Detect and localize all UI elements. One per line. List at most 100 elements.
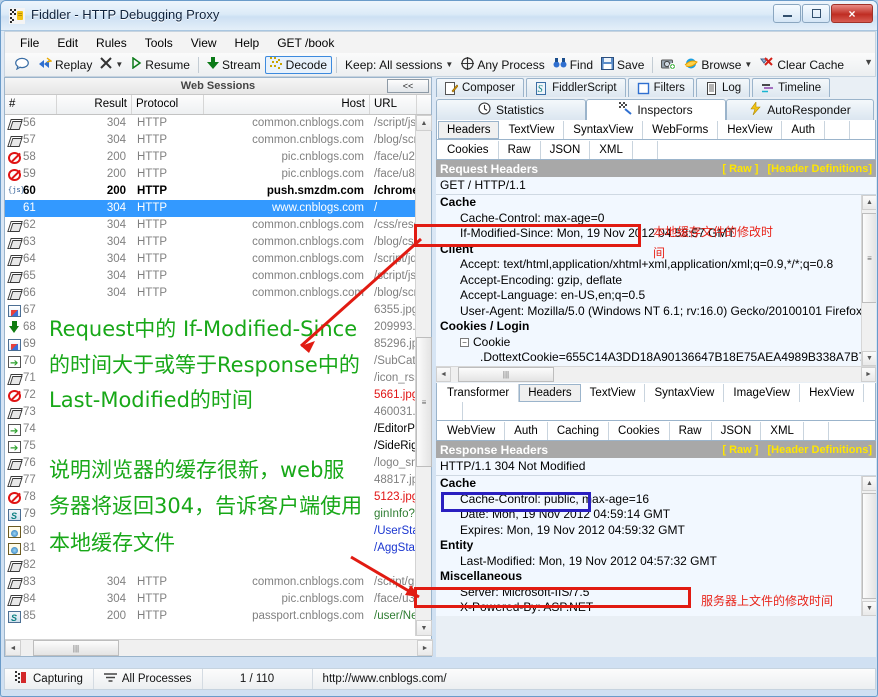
decode-button[interactable]: Decode [265,56,332,74]
resume-button[interactable]: Resume [127,56,194,73]
request-tab-textview[interactable]: TextView [499,121,564,139]
response-header-line[interactable]: Miscellaneous [436,569,876,585]
minimize-button[interactable] [773,4,801,23]
toolbar-overflow-button[interactable]: ▼ [864,57,873,67]
table-row[interactable]: 57304HTTPcommon.cnblogs.com/blog/script/… [5,132,431,149]
tab-composer[interactable]: Composer [436,78,524,97]
column-header-url[interactable]: URL [370,95,417,114]
response-header-line[interactable]: Last-Modified: Mon, 19 Nov 2012 04:57:32… [436,554,876,570]
response-tab-auth[interactable]: Auth [505,422,548,440]
request-tab-xml[interactable]: XML [590,141,633,159]
table-row[interactable]: 61304HTTPwww.cnblogs.com/ [5,200,431,217]
browse-button[interactable]: Browse ▼ [680,56,756,74]
response-tab-transformer[interactable]: Transformer [438,384,519,402]
request-headers-body[interactable]: CacheCache-Control: max-age=0If-Modified… [436,195,876,366]
scroll-left-arrow-icon[interactable]: ◄ [5,640,21,656]
table-row[interactable]: {js}60200HTTPpush.smzdm.com/chrome/messa… [5,183,431,200]
response-header-definitions-link[interactable]: [Header Definitions] [767,444,872,456]
response-header-line[interactable]: Expires: Mon, 19 Nov 2012 04:59:32 GMT [436,523,876,539]
column-header-result[interactable]: Result [57,95,132,114]
response-header-line[interactable]: Server: Microsoft-IIS/7.5 [436,585,876,601]
table-row[interactable]: 676355.jpg [5,302,431,319]
response-subtabs-row1[interactable]: TransformerHeadersTextViewSyntaxViewImag… [436,383,876,421]
request-header-line[interactable]: −Cookie [436,335,876,351]
response-tab-caching[interactable]: Caching [548,422,609,440]
request-header-line[interactable]: Accept-Language: en-US,en;q=0.5 [436,288,876,304]
table-row[interactable]: 785123.jpg [5,489,431,506]
keep-sessions-dropdown[interactable]: Keep: All sessions ▼ [341,57,457,73]
tab-statistics[interactable]: Statistics [436,99,586,120]
request-header-definitions-link[interactable]: [Header Definitions] [767,163,872,175]
table-row[interactable]: 65304HTTPcommon.cnblogs.com/script/json2… [5,268,431,285]
response-raw-link[interactable]: [ Raw ] [722,444,758,456]
table-row[interactable]: 85200HTTPpassport.cnblogs.com/user/NewMs… [5,608,431,625]
camera-button[interactable] [657,56,680,74]
request-tab-json[interactable]: JSON [541,141,591,159]
any-process-button[interactable]: Any Process [457,56,548,74]
scroll-right-arrow-icon[interactable]: ► [417,640,433,656]
request-tab-auth[interactable]: Auth [782,121,825,139]
scroll-down-arrow-icon[interactable]: ▼ [862,351,876,366]
menu-file[interactable]: File [11,34,48,52]
response-headers-body[interactable]: CacheCache-Control: public, max-age=16Da… [436,476,876,616]
table-row[interactable]: 62304HTTPcommon.cnblogs.com/css/reset.cs… [5,217,431,234]
table-row[interactable]: 58200HTTPpic.cnblogs.com/face/u209993.jp… [5,149,431,166]
table-row[interactable]: 84304HTTPpic.cnblogs.com/face/u35695.jpg… [5,591,431,608]
response-tab-raw[interactable]: Raw [670,422,712,440]
request-header-line[interactable]: .DottextCookie=655C14A3DD18A90136647B18E… [436,350,876,366]
find-button[interactable]: Find [549,56,597,73]
table-row[interactable]: 63304HTTPcommon.cnblogs.com/blog/css/agg… [5,234,431,251]
tab-fiddlerscript[interactable]: S FiddlerScript [526,78,626,97]
table-row[interactable]: 70/SubCateg [5,353,431,370]
table-row[interactable]: 75/SideRight [5,438,431,455]
request-header-line[interactable]: User-Agent: Mozilla/5.0 (Windows NT 6.1;… [436,304,876,320]
table-row[interactable]: 74/EditorPick [5,421,431,438]
scroll-up-arrow-icon[interactable]: ▲ [862,195,876,210]
table-row[interactable]: 73460031.jpg [5,404,431,421]
table-row[interactable]: 76/logo_small [5,455,431,472]
response-header-line[interactable]: Entity [436,538,876,554]
response-tab-xml[interactable]: XML [761,422,804,440]
response-header-line[interactable]: X-Powered-By: ASP.NET [436,600,876,616]
request-subtabs-row2[interactable]: CookiesRawJSONXML [436,140,876,160]
column-header-number[interactable]: # [5,95,57,114]
request-header-line[interactable]: Accept-Encoding: gzip, deflate [436,273,876,289]
clear-cache-button[interactable]: Clear Cache [756,56,848,74]
response-header-line[interactable]: Cache-Control: public, max-age=16 [436,492,876,508]
menu-tools[interactable]: Tools [136,34,182,52]
request-header-line[interactable]: If-Modified-Since: Mon, 19 Nov 2012 04:5… [436,226,876,242]
scroll-thumb[interactable] [862,493,876,599]
table-row[interactable]: 6985296.jpg?i [5,336,431,353]
response-header-line[interactable]: Cache [436,476,876,492]
stream-button[interactable]: Stream [203,56,265,74]
column-header-host[interactable]: Host [204,95,370,114]
comment-button[interactable] [11,56,34,74]
request-horizontal-scrollbar[interactable]: ◄ ||| ► [436,366,876,382]
request-subtabs-row1[interactable]: HeadersTextViewSyntaxViewWebFormsHexView… [436,120,876,140]
tab-inspectors[interactable]: Inspectors [586,99,726,120]
request-vertical-scrollbar[interactable]: ▲ ≡ ▼ [861,195,876,366]
request-tab-raw[interactable]: Raw [499,141,541,159]
chevron-down-icon[interactable]: ▼ [445,60,453,69]
tab-log[interactable]: Log [696,78,750,97]
response-header-line[interactable]: Date: Mon, 19 Nov 2012 04:59:14 GMT [436,507,876,523]
chevron-down-icon[interactable]: ▼ [115,60,123,69]
sessions-row-list[interactable]: 56304HTTPcommon.cnblogs.com/script/json2… [5,115,431,636]
chevron-down-icon[interactable]: ▼ [744,60,752,69]
response-tab-imageview[interactable]: ImageView [724,384,800,402]
collapse-button[interactable]: << [387,79,429,93]
response-tab-hexview[interactable]: HexView [800,384,864,402]
table-row[interactable]: 79ginInfo?ca [5,506,431,523]
table-row[interactable]: 56304HTTPcommon.cnblogs.com/script/json2… [5,115,431,132]
response-tab-syntaxview[interactable]: SyntaxView [645,384,724,402]
response-tab-headers[interactable]: Headers [519,384,580,402]
table-row[interactable]: 82 [5,557,431,574]
close-button[interactable]: × [831,4,873,23]
request-header-line[interactable]: Client [436,242,876,258]
column-header-protocol[interactable]: Protocol [132,95,204,114]
request-header-line[interactable]: Cache [436,195,876,211]
tab-filters[interactable]: Filters [628,78,694,97]
scroll-left-arrow-icon[interactable]: ◄ [436,367,451,382]
scroll-right-arrow-icon[interactable]: ► [861,367,876,382]
table-row[interactable]: 83304HTTPcommon.cnblogs.com/script/gpt.j… [5,574,431,591]
